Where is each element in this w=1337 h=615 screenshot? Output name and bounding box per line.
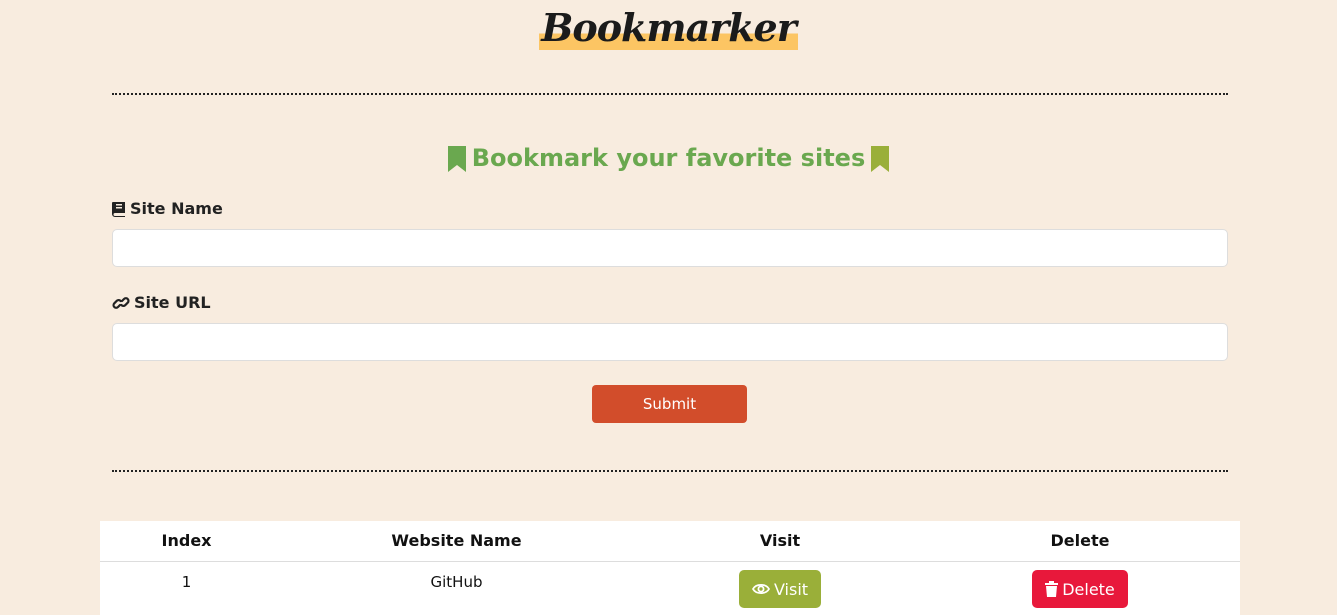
table-row: 1 GitHub Visit Delete [100,562,1240,615]
column-header-website-name: Website Name [391,531,522,550]
site-url-input[interactable] [113,324,1227,360]
trash-icon [1045,581,1059,597]
delete-button[interactable]: Delete [1032,570,1128,608]
site-name-input[interactable] [113,230,1227,266]
site-name-label: Site Name [112,199,223,218]
bookmark-icon [871,146,890,172]
app-logo: Bookmarker [539,5,798,50]
visit-button[interactable]: Visit [739,570,821,608]
row-index: 1 [181,573,192,591]
site-url-label: Site URL [112,293,211,312]
site-name-field[interactable] [112,229,1228,267]
submit-button[interactable]: Submit [592,385,747,423]
book-icon [112,201,125,217]
form-heading-text: Bookmark your favorite sites [471,144,866,172]
column-header-delete: Delete [1050,531,1110,550]
column-header-index: Index [161,531,212,550]
site-url-label-text: Site URL [134,293,211,312]
site-url-field[interactable] [112,323,1228,361]
header: Bookmarker [0,0,1337,50]
table-header: Index Website Name Visit Delete [100,521,1240,562]
link-icon [112,296,130,309]
bottom-divider [112,470,1228,472]
bookmarks-table: Index Website Name Visit Delete 1 GitHub… [100,521,1240,615]
site-name-label-text: Site Name [130,199,223,218]
bookmark-icon [447,146,466,172]
visit-button-label: Visit [773,579,809,599]
eye-icon [751,583,770,595]
column-header-visit: Visit [759,531,801,550]
delete-button-label: Delete [1062,579,1115,599]
form-heading: Bookmark your favorite sites [0,142,1337,174]
top-divider [112,93,1228,95]
row-website-name: GitHub [430,573,483,591]
